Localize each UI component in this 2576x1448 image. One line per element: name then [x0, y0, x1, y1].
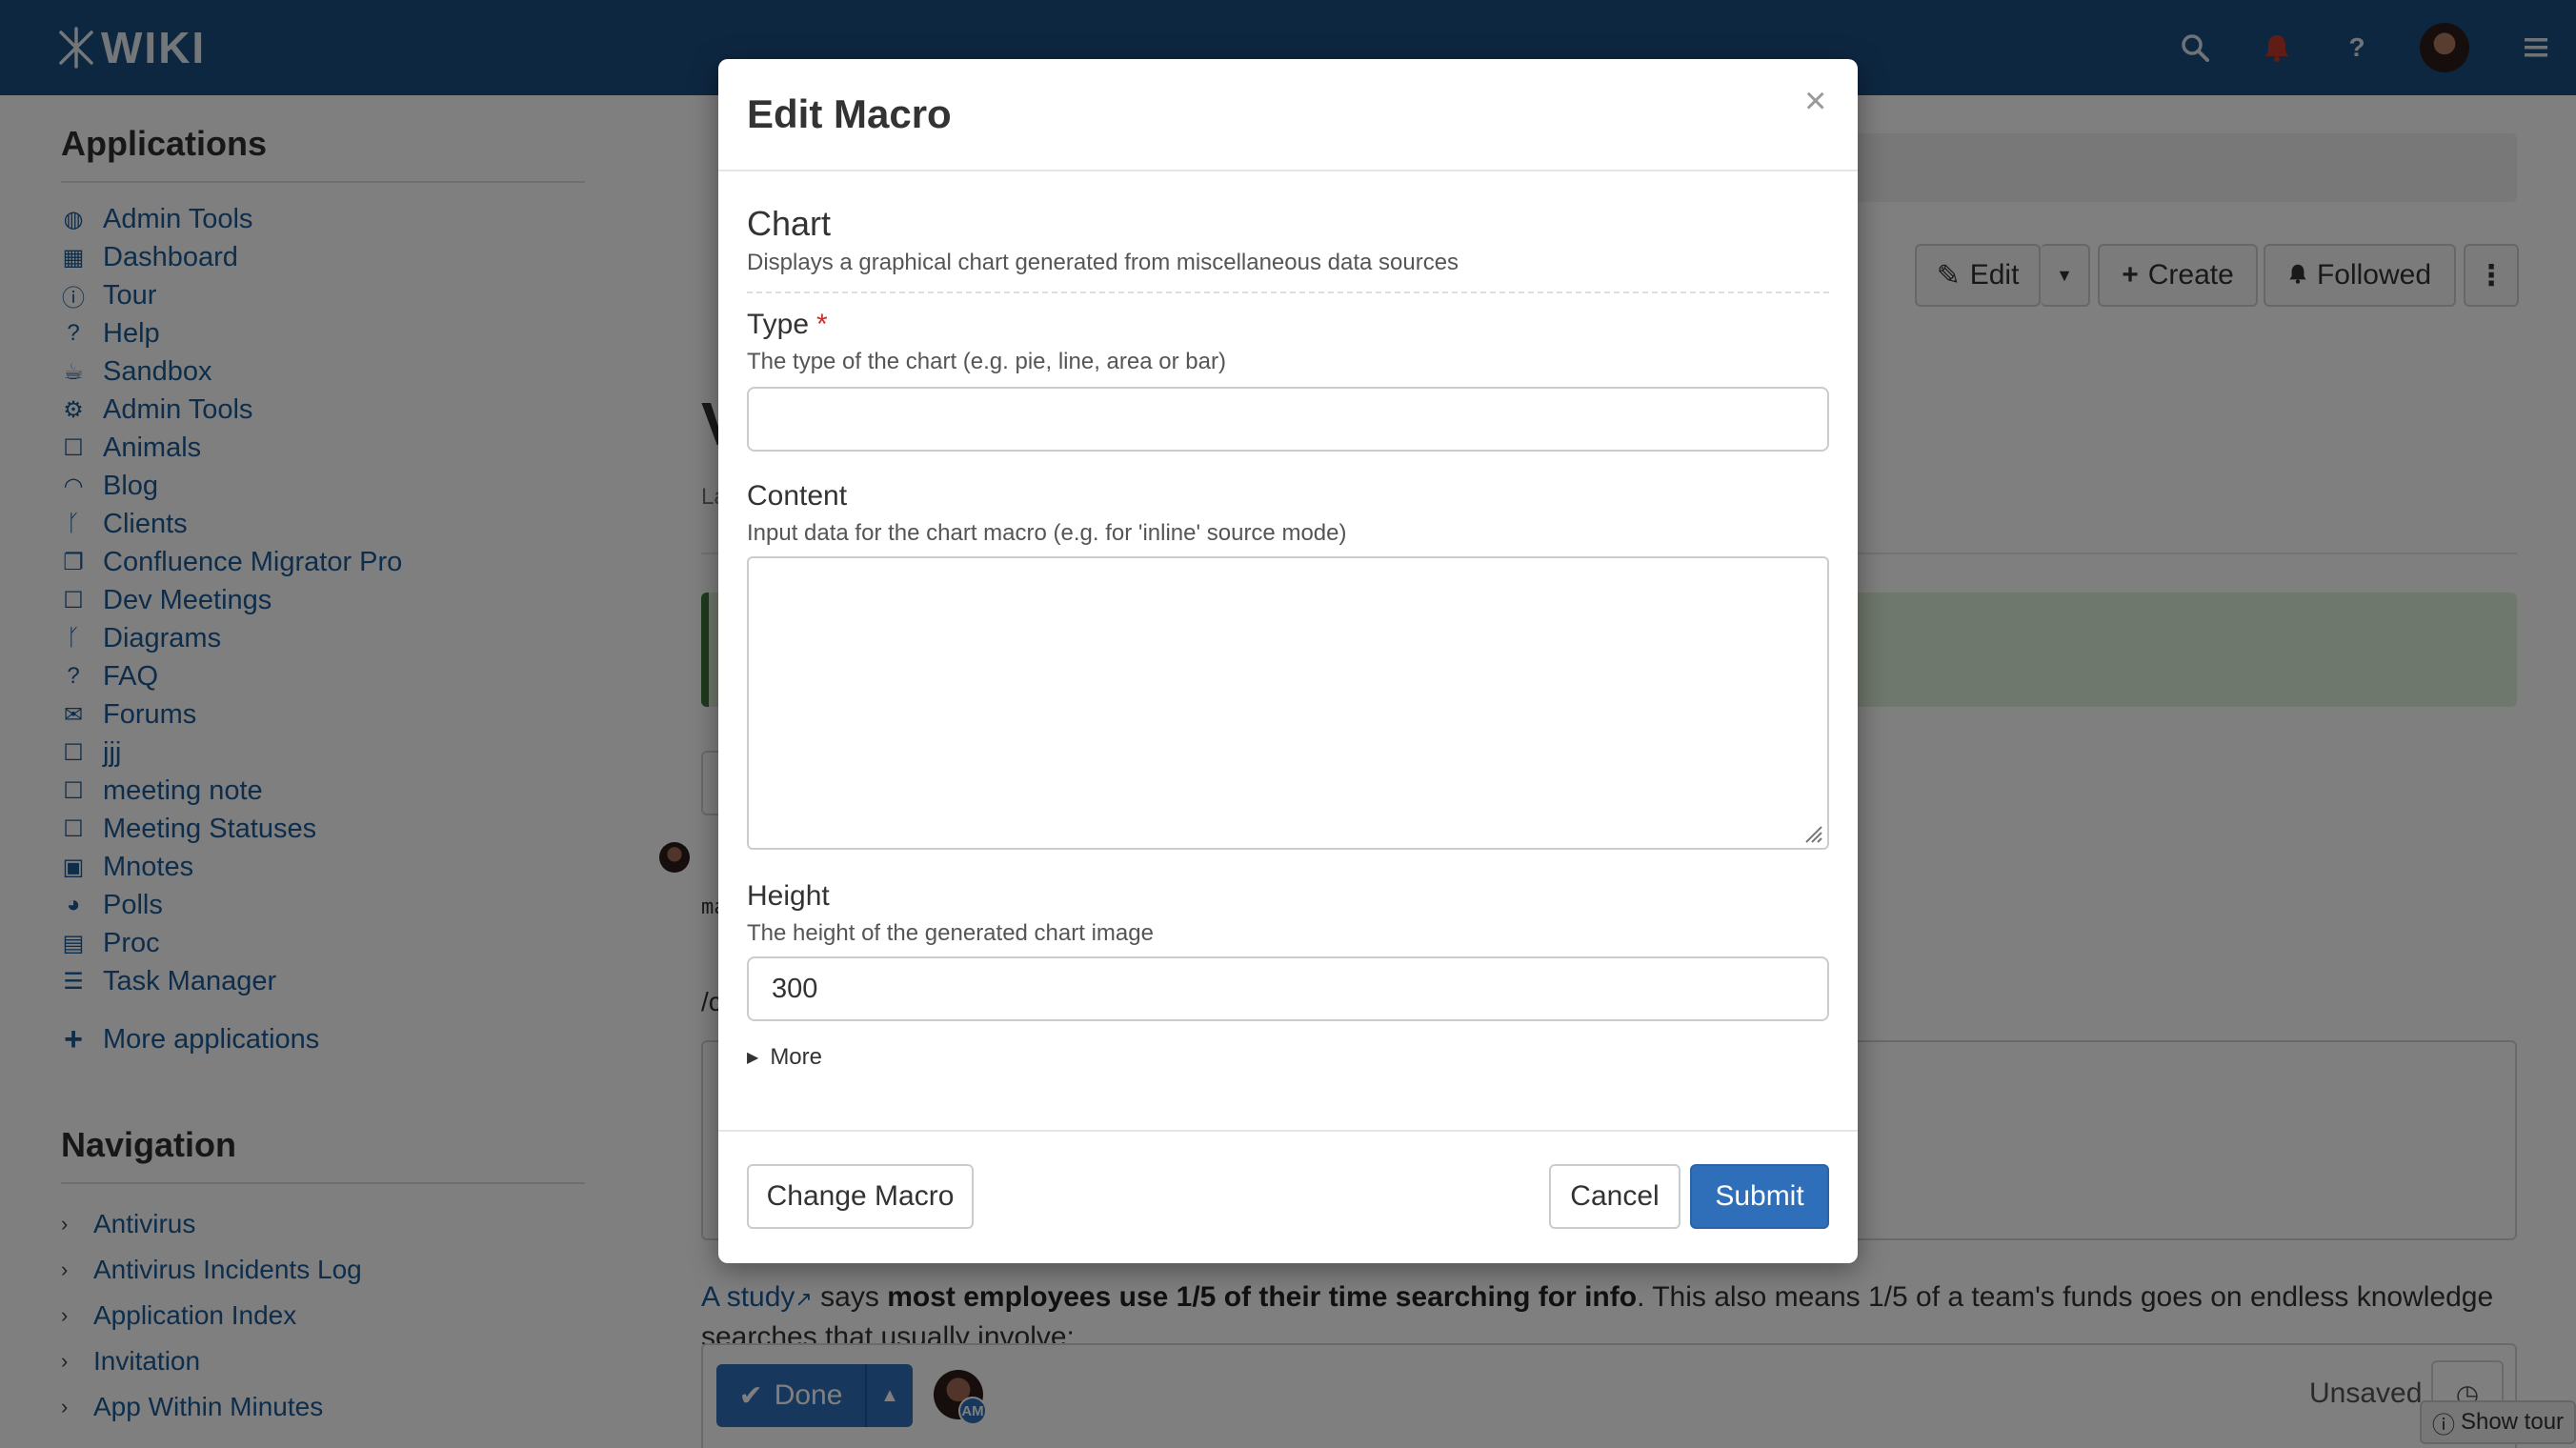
- close-icon[interactable]: ×: [1804, 82, 1826, 120]
- change-macro-button[interactable]: Change Macro: [747, 1164, 974, 1229]
- content-label: Content: [747, 480, 848, 512]
- dialog-header: Edit Macro ×: [718, 59, 1858, 171]
- caret-right-icon: ▶: [747, 1050, 759, 1066]
- cancel-button[interactable]: Cancel: [1549, 1164, 1680, 1229]
- type-label: Type *: [747, 309, 828, 341]
- edit-macro-dialog: Edit Macro × Chart Displays a graphical …: [718, 59, 1858, 1263]
- type-hint: The type of the chart (e.g. pie, line, a…: [747, 349, 1226, 374]
- resize-handle-icon[interactable]: [1802, 823, 1823, 844]
- dialog-footer-divider: [718, 1130, 1858, 1132]
- type-label-text: Type: [747, 309, 810, 340]
- submit-button[interactable]: Submit: [1690, 1164, 1829, 1229]
- macro-description: Displays a graphical chart generated fro…: [747, 250, 1459, 275]
- height-input[interactable]: 300: [747, 956, 1829, 1021]
- content-textarea[interactable]: [747, 556, 1829, 850]
- macro-name: Chart: [747, 204, 832, 243]
- divider: [747, 292, 1829, 293]
- more-label: More: [770, 1044, 822, 1070]
- height-hint: The height of the generated chart image: [747, 920, 1154, 946]
- dialog-title: Edit Macro: [747, 91, 952, 136]
- type-input[interactable]: [747, 387, 1829, 452]
- content-hint: Input data for the chart macro (e.g. for…: [747, 520, 1347, 546]
- required-marker: *: [816, 309, 828, 340]
- more-parameters-toggle[interactable]: ▶ More: [747, 1044, 822, 1071]
- height-label: Height: [747, 880, 830, 912]
